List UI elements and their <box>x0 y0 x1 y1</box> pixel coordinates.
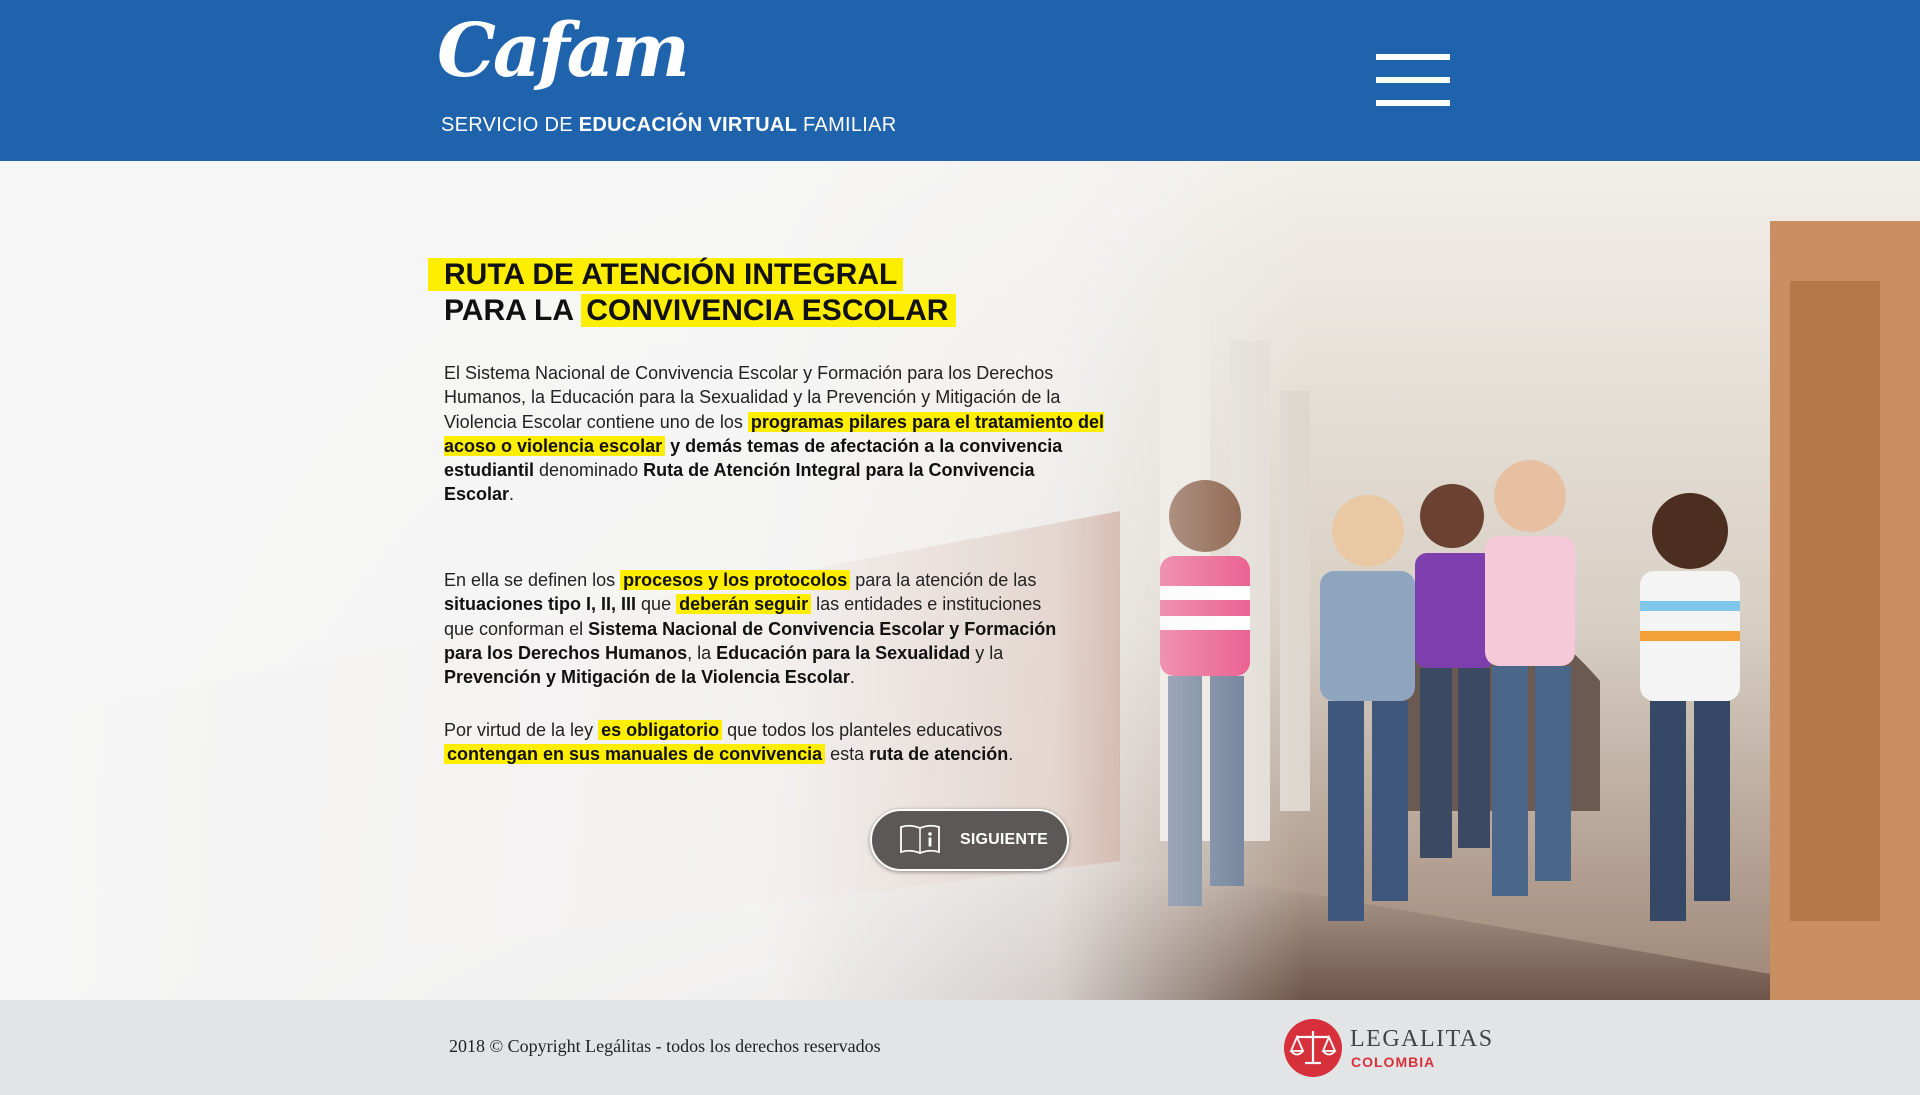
page-title: RUTA DE ATENCIÓN INTEGRAL PARA LA CONVIV… <box>428 257 957 329</box>
hero-section: RUTA DE ATENCIÓN INTEGRAL PARA LA CONVIV… <box>0 161 1920 1000</box>
text: En ella se definen los <box>444 570 621 590</box>
title-line2-highlight: CONVIVENCIA ESCOLAR <box>581 294 957 327</box>
text: denominado <box>534 460 644 481</box>
highlight: procesos y los protocolos <box>620 570 851 590</box>
book-info-icon <box>900 824 940 854</box>
title-line1: RUTA DE ATENCIÓN INTEGRAL <box>428 258 904 291</box>
tagline-pre: SERVICIO DE <box>441 114 579 136</box>
text: , la <box>687 642 717 663</box>
bold-text: Prevención y Mitigación de la Violencia … <box>444 667 850 688</box>
text: y la <box>970 642 1004 663</box>
scales-icon[interactable] <box>1283 1018 1345 1078</box>
site-header: Cafam SERVICIO DE EDUCACIÓN VIRTUAL FAMI… <box>0 0 1920 161</box>
text: Por virtud de la ley <box>444 720 599 740</box>
bold-text: ruta de atención <box>869 744 1009 765</box>
highlight: es obligatorio <box>598 720 723 740</box>
text: esta <box>825 744 870 765</box>
legalitas-country: COLOMBIA <box>1351 1054 1436 1070</box>
next-button[interactable]: SIGUIENTE <box>870 809 1069 871</box>
legalitas-brand-name: LEGALITAS <box>1350 1026 1494 1052</box>
cafam-logo[interactable]: Cafam <box>437 14 690 88</box>
hamburger-menu-button[interactable] <box>1376 54 1450 106</box>
highlight: deberán seguir <box>676 594 812 615</box>
hamburger-icon <box>1376 54 1450 60</box>
highlight: contengan en sus manuales de convivencia <box>444 744 826 765</box>
text: . <box>1008 744 1014 765</box>
text: que <box>636 594 677 615</box>
text: . <box>509 484 515 505</box>
intro-paragraph: El Sistema Nacional de Convivencia Escol… <box>444 361 1106 507</box>
text: para la atención de las <box>850 570 1037 590</box>
copyright-text: 2018 © Copyright Legálitas - todos los d… <box>449 1036 881 1056</box>
site-footer: 2018 © Copyright Legálitas - todos los d… <box>0 1000 1920 1095</box>
text: que todos los planteles educativos <box>722 720 1003 740</box>
text: . <box>849 667 855 688</box>
site-tagline: SERVICIO DE EDUCACIÓN VIRTUAL FAMILIAR <box>441 114 897 137</box>
tagline-post: FAMILIAR <box>797 114 897 136</box>
bold-text: situaciones tipo I, II, III <box>444 594 637 615</box>
tagline-bold: EDUCACIÓN VIRTUAL <box>578 114 798 136</box>
protocols-paragraph: En ella se definen los procesos y los pr… <box>444 568 1064 689</box>
bold-text: Educación para la Sexualidad <box>716 642 971 663</box>
law-paragraph: Por virtud de la ley es obligatorio que … <box>444 718 1064 767</box>
next-button-label: SIGUIENTE <box>960 831 1049 848</box>
title-line2-pre: PARA LA <box>444 294 582 327</box>
